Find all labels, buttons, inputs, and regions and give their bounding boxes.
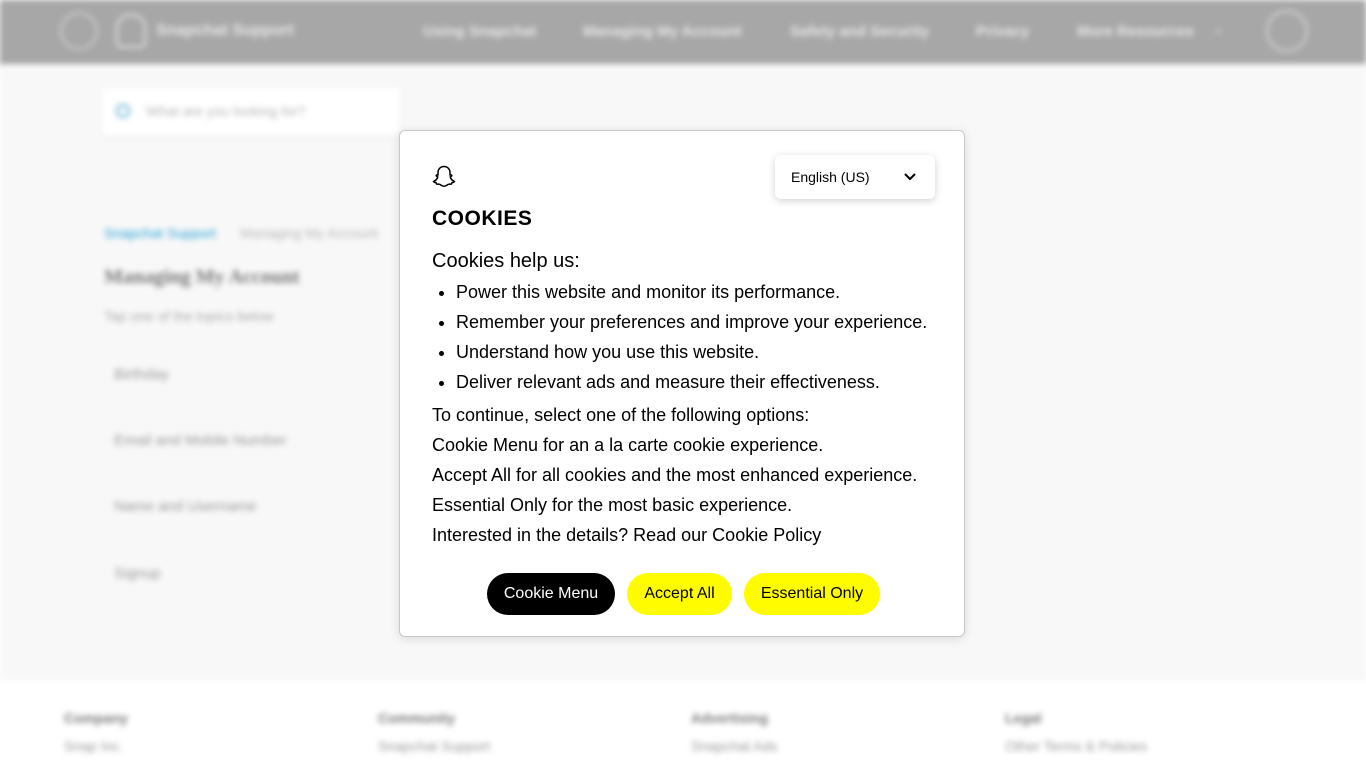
option-description-essential: Essential Only for the most basic experi… bbox=[432, 495, 793, 515]
footer-link[interactable]: Snapchat Ads bbox=[691, 738, 777, 754]
list-item: Deliver relevant ads and measure their e… bbox=[456, 367, 927, 397]
dialog-instructions: To continue, select one of the following… bbox=[432, 405, 810, 425]
dialog-intro: Cookies help us: bbox=[432, 250, 580, 272]
footer-link[interactable]: Other Terms & Policies bbox=[1005, 738, 1147, 754]
menu-icon[interactable] bbox=[60, 12, 98, 50]
option-description-menu: Cookie Menu for an a la carte cookie exp… bbox=[432, 435, 824, 455]
nav-item-safety-and-security[interactable]: Safety and Security bbox=[790, 23, 929, 40]
page-subtitle: Tap one of the topics below bbox=[104, 308, 274, 324]
language-select[interactable]: English (US) bbox=[775, 155, 935, 199]
page-title: Managing My Account bbox=[104, 266, 300, 288]
chevron-down-icon[interactable]: ⌄ bbox=[1212, 20, 1224, 37]
site-footer: Company Snap Inc. Community Snapchat Sup… bbox=[0, 680, 1366, 768]
cookie-menu-button[interactable]: Cookie Menu bbox=[487, 573, 615, 615]
nav-item-more-resources[interactable]: More Resources bbox=[1077, 23, 1194, 40]
list-item: Remember your preferences and improve yo… bbox=[456, 307, 927, 337]
footer-heading-legal: Legal bbox=[1005, 710, 1042, 726]
snapchat-logo-icon[interactable] bbox=[116, 14, 146, 48]
breadcrumb-home[interactable]: Snapchat Support bbox=[104, 225, 216, 241]
cookie-consent-dialog: English (US) COOKIES Cookies help us: Po… bbox=[399, 130, 965, 637]
footer-link[interactable]: Snapchat Support bbox=[378, 738, 490, 754]
cookie-policy-text: Interested in the details? Read our Cook… bbox=[432, 525, 822, 545]
chevron-down-icon bbox=[904, 173, 916, 180]
footer-link[interactable]: Snap Inc. bbox=[64, 738, 123, 754]
nav-item-privacy[interactable]: Privacy bbox=[976, 23, 1029, 40]
nav-item-managing-my-account[interactable]: Managing My Account bbox=[583, 23, 742, 40]
topic-email-mobile[interactable]: Email and Mobile Number bbox=[114, 432, 287, 449]
dialog-title: COOKIES bbox=[432, 207, 533, 230]
accept-all-button[interactable]: Accept All bbox=[627, 573, 732, 615]
topic-signup[interactable]: Signup bbox=[114, 565, 161, 582]
site-header: Snapchat Support Using Snapchat Managing… bbox=[0, 0, 1366, 64]
topic-name-username[interactable]: Name and Username bbox=[114, 498, 257, 515]
search-icon bbox=[116, 104, 130, 118]
brand-name[interactable]: Snapchat Support bbox=[156, 22, 294, 40]
nav-item-using-snapchat[interactable]: Using Snapchat bbox=[423, 23, 536, 40]
snapchat-ghost-icon bbox=[432, 165, 456, 187]
topic-birthday[interactable]: Birthday bbox=[114, 366, 169, 383]
essential-only-button[interactable]: Essential Only bbox=[744, 573, 880, 615]
list-item: Power this website and monitor its perfo… bbox=[456, 277, 927, 307]
breadcrumb-current: Managing My Account bbox=[240, 225, 378, 241]
footer-heading-company: Company bbox=[64, 710, 128, 726]
cookie-purpose-list: Power this website and monitor its perfo… bbox=[432, 277, 927, 397]
language-select-value: English (US) bbox=[791, 169, 870, 185]
list-item: Understand how you use this website. bbox=[456, 337, 927, 367]
option-description-accept: Accept All for all cookies and the most … bbox=[432, 465, 918, 485]
search-field[interactable]: What are you looking for? bbox=[102, 88, 400, 136]
avatar[interactable] bbox=[1266, 10, 1308, 52]
footer-heading-advertising: Advertising bbox=[691, 710, 769, 726]
footer-heading-community: Community bbox=[378, 710, 455, 726]
search-placeholder: What are you looking for? bbox=[146, 103, 306, 119]
